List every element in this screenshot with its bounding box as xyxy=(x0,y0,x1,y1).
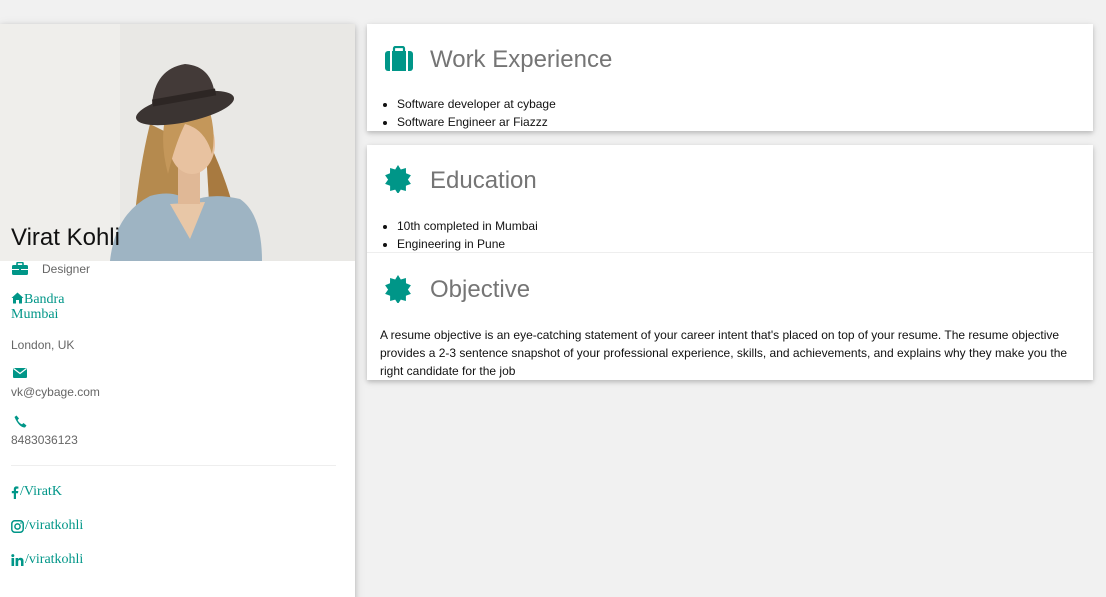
home-icon xyxy=(11,292,24,304)
address-line2: Mumbai xyxy=(11,307,59,322)
work-experience-list: Software developer at cybage Software En… xyxy=(397,95,556,131)
instagram-handle[interactable]: /viratkohli xyxy=(25,518,83,534)
facebook-icon xyxy=(11,485,19,499)
instagram-link[interactable]: /viratkohli xyxy=(11,518,83,534)
job-title-row: Designer xyxy=(11,262,90,276)
linkedin-icon xyxy=(11,554,24,566)
certificate-icon xyxy=(385,275,411,303)
list-item: Engineering in Pune xyxy=(397,235,538,253)
email[interactable]: vk@cybage.com xyxy=(11,385,100,399)
objective-text: A resume objective is an eye-catching st… xyxy=(380,328,1068,378)
address-line1: Bandra xyxy=(24,292,65,307)
work-experience-card: Work Experience Software developer at cy… xyxy=(367,24,1093,131)
profile-name: Virat Kohli xyxy=(11,224,120,251)
education-card: Education 10th completed in Mumbai Engin… xyxy=(367,145,1093,380)
phone-number[interactable]: 8483036123 xyxy=(11,433,78,447)
envelope-icon xyxy=(13,368,27,378)
list-item: Software Engineer ar Fiazzz xyxy=(397,113,556,131)
profile-photo: Virat Kohli xyxy=(0,24,355,261)
address: Bandra Mumbai xyxy=(11,292,64,322)
facebook-link[interactable]: /ViratK xyxy=(11,484,62,500)
list-item: Software developer at cybage xyxy=(397,95,556,113)
divider xyxy=(11,465,336,466)
linkedin-handle[interactable]: /viratkohli xyxy=(25,552,83,568)
certificate-icon xyxy=(385,165,411,193)
facebook-handle[interactable]: /ViratK xyxy=(20,484,62,500)
instagram-icon xyxy=(11,519,24,533)
objective-title: Objective xyxy=(430,276,531,303)
linkedin-link[interactable]: /viratkohli xyxy=(11,552,83,568)
suitcase-icon xyxy=(385,46,413,71)
education-list: 10th completed in Mumbai Engineering in … xyxy=(397,217,538,253)
section-divider xyxy=(367,252,1093,253)
profile-card: Virat Kohli Designer Bandra Mumbai Londo… xyxy=(0,24,355,597)
list-item: 10th completed in Mumbai xyxy=(397,217,538,235)
location: London, UK xyxy=(11,338,75,352)
job-title: Designer xyxy=(42,262,91,276)
education-title: Education xyxy=(430,167,537,194)
briefcase-icon xyxy=(12,262,28,275)
work-experience-title: Work Experience xyxy=(430,46,613,73)
phone-icon xyxy=(14,415,27,428)
